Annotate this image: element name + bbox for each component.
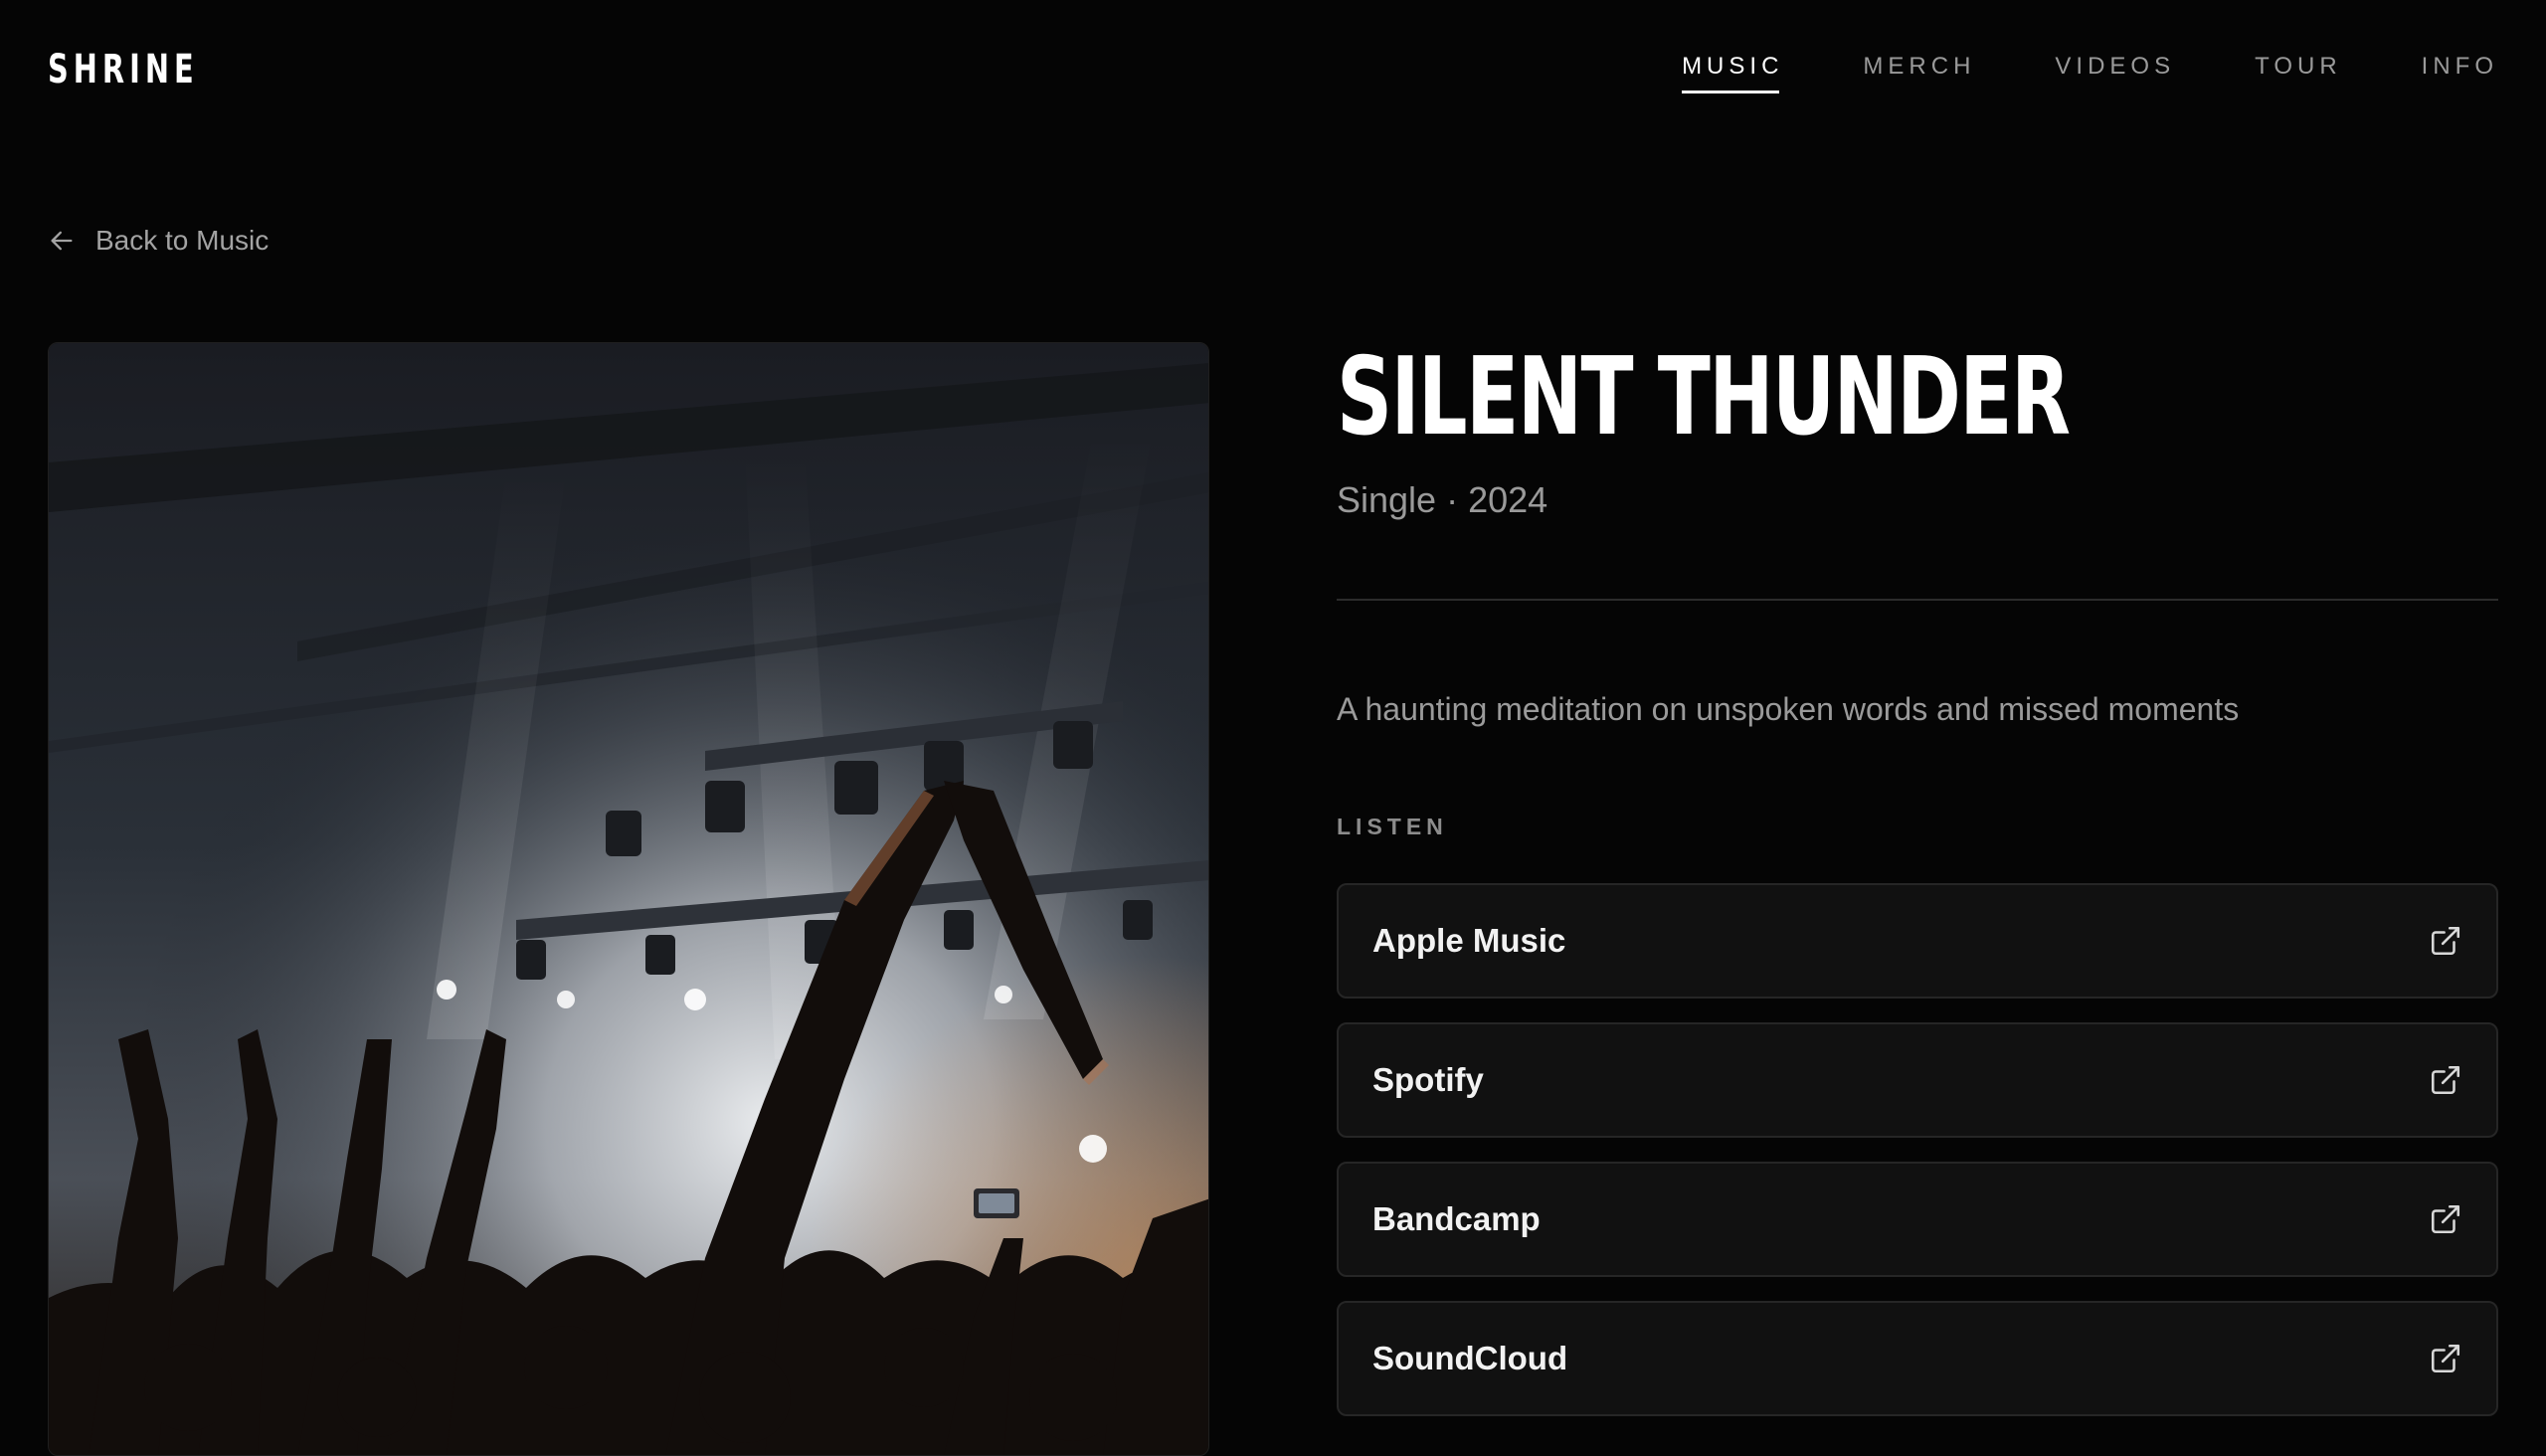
external-link-icon	[2429, 924, 2462, 958]
section-divider	[1337, 599, 2498, 601]
site-header: SHRINE MUSIC MERCH VIDEOS TOUR INFO	[0, 0, 2546, 139]
site-logo[interactable]: SHRINE	[48, 44, 199, 95]
platform-name: Spotify	[1372, 1061, 1484, 1098]
platform-link-soundcloud[interactable]: SoundCloud	[1337, 1301, 2498, 1416]
platform-name: Bandcamp	[1372, 1200, 1541, 1237]
platform-name: SoundCloud	[1372, 1340, 1568, 1376]
release-cover-image	[48, 342, 1209, 1456]
external-link-icon	[2429, 1342, 2462, 1375]
back-link-label: Back to Music	[95, 225, 270, 256]
nav-item-tour[interactable]: TOUR	[2255, 50, 2342, 90]
release-description: A haunting meditation on unspoken words …	[1337, 691, 2240, 727]
platform-link-bandcamp[interactable]: Bandcamp	[1337, 1162, 2498, 1277]
nav-item-music[interactable]: MUSIC	[1682, 50, 1783, 93]
nav-item-merch[interactable]: MERCH	[1863, 50, 1975, 90]
external-link-icon	[2429, 1202, 2462, 1236]
platform-link-spotify[interactable]: Spotify	[1337, 1022, 2498, 1138]
release-title: SILENT THUNDER	[1337, 335, 2071, 459]
platform-link-apple-music[interactable]: Apple Music	[1337, 883, 2498, 999]
platform-name: Apple Music	[1372, 922, 1566, 959]
release-details: SILENT THUNDER Single · 2024 A haunting …	[1337, 338, 2498, 1416]
platform-list: Apple Music Spotify Bandcamp SoundCloud	[1337, 883, 2498, 1416]
listen-heading: LISTEN	[1337, 814, 1448, 839]
nav-item-info[interactable]: INFO	[2422, 50, 2498, 90]
release-meta: Single · 2024	[1337, 479, 1548, 520]
external-link-icon	[2429, 1063, 2462, 1097]
arrow-left-icon	[48, 227, 76, 255]
back-to-music-link[interactable]: Back to Music	[48, 225, 269, 257]
main-nav: MUSIC MERCH VIDEOS TOUR INFO	[1682, 50, 2498, 93]
nav-item-videos[interactable]: VIDEOS	[2055, 50, 2175, 90]
